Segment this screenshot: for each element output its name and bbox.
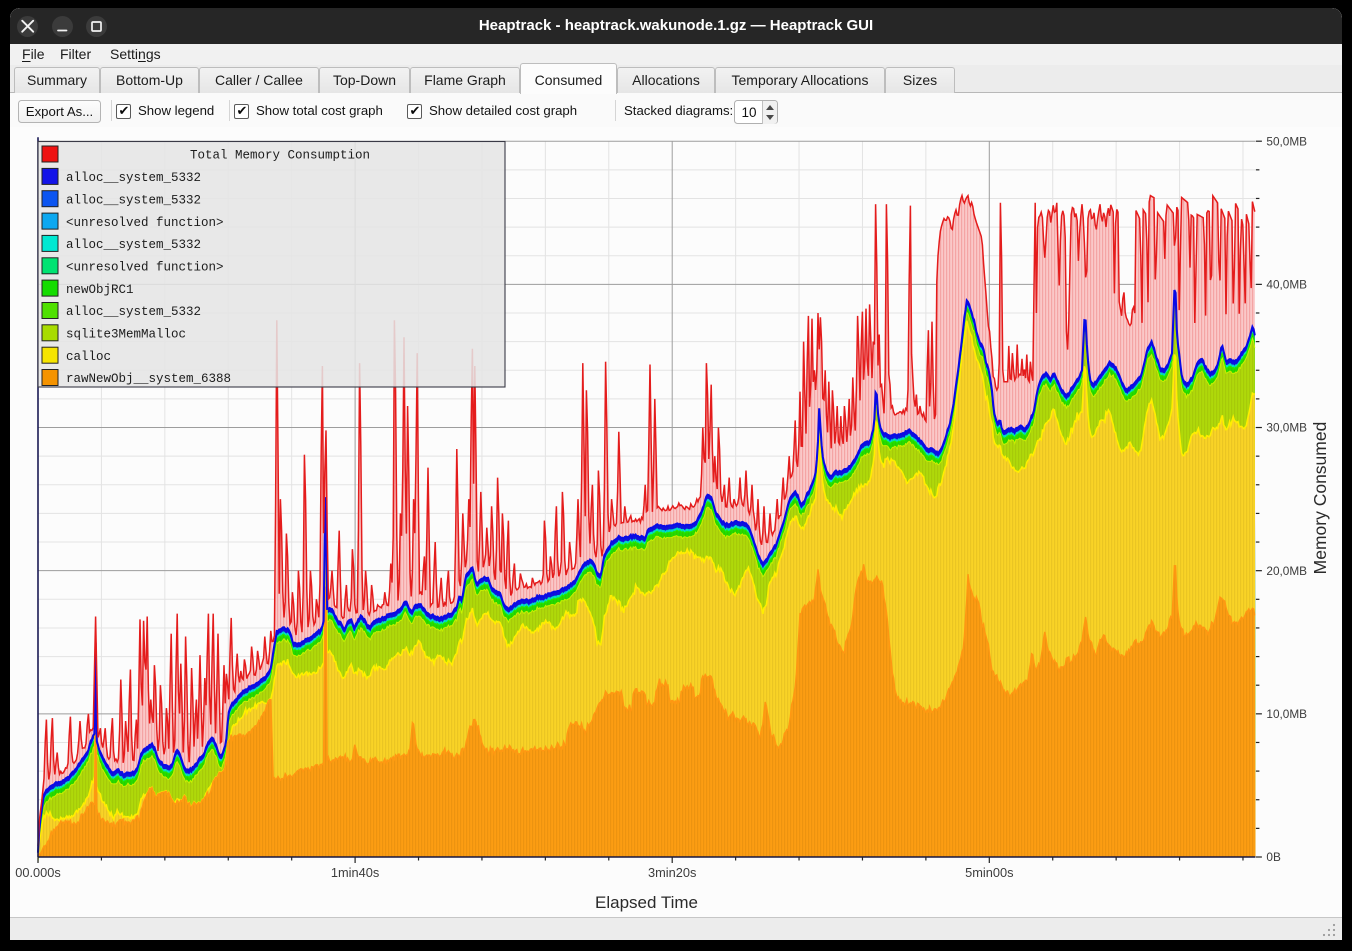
svg-text:sqlite3MemMalloc: sqlite3MemMalloc [66, 328, 186, 342]
svg-text:30,0MB: 30,0MB [1266, 421, 1307, 435]
svg-text:Total Memory Consumption: Total Memory Consumption [190, 149, 370, 163]
svg-text:rawNewObj__system_6388: rawNewObj__system_6388 [66, 372, 231, 386]
svg-text:newObjRC1: newObjRC1 [66, 283, 134, 297]
svg-text:<unresolved function>: <unresolved function> [66, 260, 224, 274]
svg-text:alloc__system_5332: alloc__system_5332 [66, 193, 201, 207]
svg-text:Memory Consumed: Memory Consumed [1310, 422, 1330, 575]
svg-text:0B: 0B [1266, 850, 1281, 864]
svg-text:00.000s: 00.000s [15, 865, 61, 880]
svg-text:40,0MB: 40,0MB [1266, 278, 1307, 292]
svg-text:alloc__system_5332: alloc__system_5332 [66, 171, 201, 185]
svg-text:alloc__system_5332: alloc__system_5332 [66, 305, 201, 319]
svg-text:10,0MB: 10,0MB [1266, 707, 1307, 721]
svg-text:<unresolved function>: <unresolved function> [66, 216, 224, 230]
svg-text:5min00s: 5min00s [965, 865, 1013, 880]
svg-text:50,0MB: 50,0MB [1266, 134, 1307, 148]
svg-text:3min20s: 3min20s [648, 865, 696, 880]
svg-text:alloc__system_5332: alloc__system_5332 [66, 238, 201, 252]
svg-text:calloc: calloc [66, 350, 111, 364]
svg-text:20,0MB: 20,0MB [1266, 564, 1307, 578]
svg-text:Elapsed Time: Elapsed Time [595, 893, 698, 912]
svg-text:1min40s: 1min40s [331, 865, 379, 880]
